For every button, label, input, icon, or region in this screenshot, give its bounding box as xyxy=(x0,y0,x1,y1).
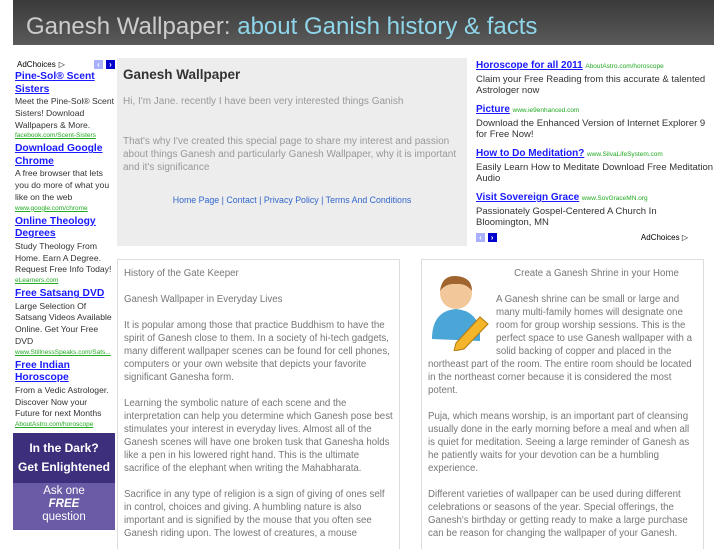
site-header: Ganesh Wallpaper: about Ganish history &… xyxy=(13,0,714,45)
site-subtitle: about Ganish history & facts xyxy=(237,13,538,40)
ad-description: Large Selection Of Satsang Videos Availa… xyxy=(15,300,112,347)
home-page-link[interactable]: Home Page xyxy=(173,195,219,205)
ad-title[interactable]: Free Indian Horoscope xyxy=(15,360,114,385)
prev-ad-button[interactable]: ‹ xyxy=(94,60,103,69)
ad-title[interactable]: Visit Sovereign Grace xyxy=(476,192,579,203)
ad-description: Claim your Free Reading from this accura… xyxy=(476,74,706,96)
banner-line: FREE xyxy=(48,498,80,511)
left-ad-column: AdChoices ▷ ‹ › Pine-Sol® Scent Sisters Meet… xyxy=(13,58,115,531)
ad-title[interactable]: Pine-Sol® Scent Sisters xyxy=(15,71,114,96)
intro-text: Hi, I'm Jane. recently I have been very … xyxy=(123,96,404,107)
ad-title[interactable]: Picture xyxy=(476,104,510,115)
ad-description: From a Vedic Astrologer. Discover Now yo… xyxy=(15,384,109,419)
banner-line: Get Enlightened xyxy=(17,460,110,475)
ad-url[interactable]: eLearners.com xyxy=(15,276,114,285)
next-ad-button[interactable]: › xyxy=(487,233,497,242)
ad-item[interactable]: Free Indian Horoscope From a Vedic Astrol… xyxy=(13,360,115,429)
privacy-policy-link[interactable]: Privacy Policy xyxy=(264,195,319,205)
banner-line: In the Dark? xyxy=(29,441,99,456)
ad-description: Study Theology From Home. Earn A Degree.… xyxy=(15,240,112,275)
banner-line: Ask one xyxy=(43,485,85,498)
ad-description: Easily Learn How to Meditate Download Fr… xyxy=(476,162,714,184)
ad-description: Passionately Gospel-Centered A Church In… xyxy=(476,206,657,228)
article-paragraph: It is popular among those that practice … xyxy=(124,320,390,383)
intro-box: Ganesh Wallpaper Hi, I'm Jane. recently … xyxy=(117,58,467,246)
ad-url[interactable]: www.SilvaLifeSystem.com xyxy=(587,151,663,158)
article-left-panel: History of the Gate Keeper Ganesh Wallpa… xyxy=(117,259,400,549)
section-heading: Ganesh Wallpaper in Everyday Lives xyxy=(124,294,283,305)
ad-item[interactable]: Online Theology Degrees Study Theology Fr… xyxy=(13,216,115,285)
ad-title[interactable]: Horoscope for all 2011 xyxy=(476,60,583,71)
ad-url[interactable]: www.ie9enhanced.com xyxy=(513,107,580,114)
ad-item[interactable]: Horoscope for all 2011 AboutAstro.com/ho… xyxy=(476,60,714,96)
ad-description: Download the Enhanced Version of Interne… xyxy=(476,118,706,140)
ad-description: A free browser that lets you do more of … xyxy=(15,168,110,202)
ad-url[interactable]: www.SovGraceMN.org xyxy=(582,195,648,202)
ad-title[interactable]: How to Do Meditation? xyxy=(476,148,584,159)
right-ad-column: Horoscope for all 2011 AboutAstro.com/ho… xyxy=(476,60,714,243)
ad-title[interactable]: Free Satsang DVD xyxy=(15,288,114,301)
adchoices-icon[interactable]: ▷ xyxy=(59,59,65,71)
adchoices-icon[interactable]: ▷ xyxy=(682,233,688,242)
contact-link[interactable]: Contact xyxy=(226,195,256,205)
site-title: Ganesh Wallpaper: xyxy=(26,13,231,40)
section-heading: History of the Gate Keeper xyxy=(124,268,239,279)
ad-item[interactable]: Pine-Sol® Scent Sisters Meet the Pine-Sol… xyxy=(13,71,115,140)
ad-item[interactable]: How to Do Meditation? www.SilvaLifeSyste… xyxy=(476,148,714,184)
ad-url[interactable]: www.StillnessSpeaks.com/Sats... xyxy=(15,348,114,357)
ad-title[interactable]: Online Theology Degrees xyxy=(15,216,114,241)
footer-nav: Home Page | Contact | Privacy Policy | T… xyxy=(172,195,412,205)
ad-item[interactable]: Free Satsang DVD Large Selection Of Satsa… xyxy=(13,288,115,357)
article-paragraph: Learning the symbolic nature of each sce… xyxy=(124,398,393,474)
intro-text: That's why I've created this special pag… xyxy=(123,136,457,173)
article-paragraph: Different varieties of wallpaper can be … xyxy=(428,489,688,539)
ad-item[interactable]: Picture www.ie9enhanced.com Download the … xyxy=(476,104,714,140)
banner-line: question xyxy=(42,511,86,524)
next-ad-button[interactable]: › xyxy=(106,60,115,69)
adchoices-link[interactable]: AdChoices xyxy=(641,233,680,242)
ad-url[interactable]: AboutAstro.com/horoscope xyxy=(15,420,114,429)
article-paragraph: Puja, which means worship, is an importa… xyxy=(428,411,690,474)
ad-description: Meet the Pine-Sol® Scent Sisters! Downlo… xyxy=(15,96,115,130)
adchoices-link[interactable]: AdChoices xyxy=(17,59,56,71)
ad-title[interactable]: Download Google Chrome xyxy=(15,143,114,168)
ad-url[interactable]: AboutAstro.com/horoscope xyxy=(585,63,663,70)
article-right-panel: Create a Ganesh Shrine in your Home A Ga… xyxy=(421,259,704,549)
ad-url[interactable]: www.google.com/chrome xyxy=(15,204,114,213)
author-avatar-icon xyxy=(432,275,489,351)
ad-url[interactable]: facebook.com/Scent-Sisters xyxy=(15,131,114,140)
ad-item[interactable]: Visit Sovereign Grace www.SovGraceMN.org… xyxy=(476,192,714,228)
ad-item[interactable]: Download Google Chrome A free browser tha… xyxy=(13,143,115,212)
page-title: Ganesh Wallpaper xyxy=(123,67,241,82)
terms-link[interactable]: Terms And Conditions xyxy=(326,195,412,205)
prev-ad-button[interactable]: ‹ xyxy=(476,233,485,242)
article-paragraph: Sacrifice in any type of religion is a s… xyxy=(124,489,385,539)
banner-ad[interactable]: In the Dark? Get Enlightened Ask one FREE q… xyxy=(13,433,115,531)
